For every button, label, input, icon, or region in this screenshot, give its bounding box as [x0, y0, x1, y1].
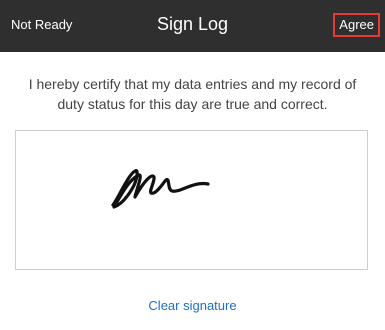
signature-pad[interactable] [15, 130, 368, 270]
certification-text: I hereby certify that my data entries an… [28, 76, 357, 112]
page-title: Sign Log [156, 14, 229, 34]
clear-signature-link[interactable]: Clear signature [0, 298, 385, 313]
agree-button[interactable]: Agree [333, 13, 380, 37]
top-bar: Not Ready Sign Log Agree [0, 0, 385, 52]
signature-stroke [111, 168, 210, 209]
